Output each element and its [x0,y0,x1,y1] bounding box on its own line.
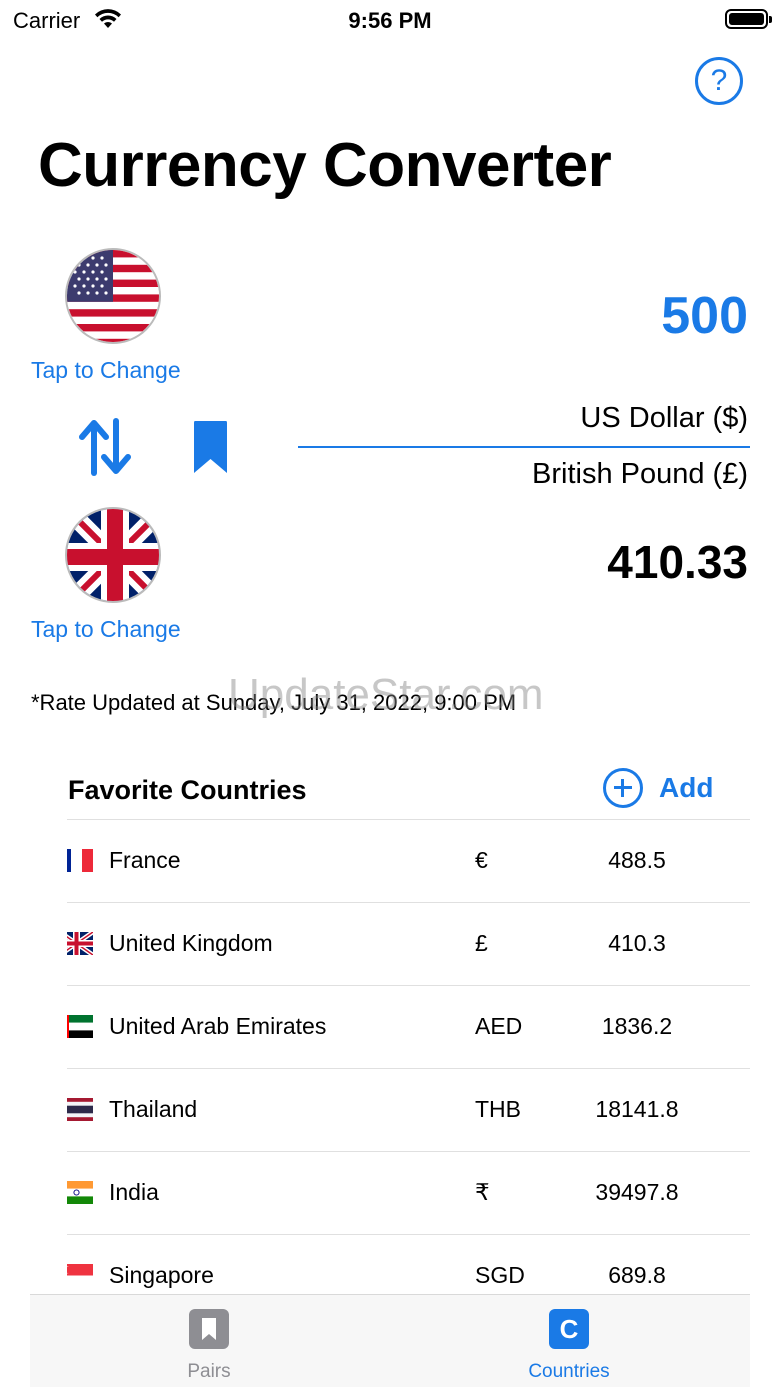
converted-value: 18141.8 [595,1096,679,1122]
countries-tab-icon: C [549,1309,589,1349]
flag-singapore-icon [67,1264,93,1287]
country-name: Singapore [109,1262,214,1288]
currency-symbol: € [475,847,488,873]
to-currency-name: British Pound (£) [532,458,748,490]
add-circle-icon [603,768,643,808]
tab-countries[interactable]: C Countries [489,1309,649,1383]
flag-india-icon [67,1181,93,1204]
flag-uae-icon [67,1015,93,1038]
add-label: Add [659,772,714,803]
country-name: United Arab Emirates [109,1013,327,1039]
list-item[interactable]: Thailand THB 18141.8 [67,1069,750,1152]
country-name: India [109,1179,159,1205]
country-name: Thailand [109,1096,198,1122]
converted-result: 410.33 [607,536,748,588]
currency-symbol: SGD [475,1262,525,1288]
help-button[interactable]: ? [695,57,743,105]
currency-divider [298,446,750,448]
flag-france-icon [67,849,93,872]
add-favorite-button[interactable]: Add [603,768,713,808]
converted-value: 410.3 [608,930,666,956]
flag-thailand-icon [67,1098,93,1121]
tap-to-change-from[interactable]: Tap to Change [31,357,181,384]
list-item[interactable]: Singapore SGD 689.8 [67,1235,750,1294]
country-name: France [109,847,181,873]
list-item[interactable]: United Kingdom £ 410.3 [67,903,750,986]
list-item[interactable]: United Arab Emirates AED 1836.2 [67,986,750,1069]
currency-symbol: AED [475,1013,523,1039]
currency-symbol: £ [475,930,488,956]
currency-symbol: THB [475,1096,521,1122]
tab-countries-label: Countries [528,1361,610,1382]
converted-value: 689.8 [608,1262,666,1288]
to-flag-uk-icon[interactable] [65,507,161,603]
tab-pairs[interactable]: Pairs [129,1309,289,1383]
flag-uk-icon [67,932,93,955]
list-item[interactable]: France € 488.5 [67,820,750,903]
page-title: Currency Converter [38,131,612,200]
country-name: United Kingdom [109,930,273,956]
converted-value: 39497.8 [595,1179,679,1205]
tap-to-change-to[interactable]: Tap to Change [31,616,181,643]
from-currency-name: US Dollar ($) [580,402,748,434]
converted-value: 1836.2 [601,1013,673,1039]
bookmark-icon[interactable] [192,419,229,480]
list-item[interactable]: India ₹ 39497.8 [67,1152,750,1235]
bookmark-tab-icon [189,1309,229,1349]
converted-value: 488.5 [608,847,666,873]
amount-input[interactable]: 500 [661,286,748,346]
status-time: 9:56 PM [348,8,432,33]
swap-icon[interactable] [78,415,134,484]
favorites-header: Favorite Countries [68,775,307,805]
tab-pairs-label: Pairs [187,1361,231,1382]
battery-icon [725,9,772,29]
watermark: UpdateStar.com [228,670,544,719]
status-bar: Carrier 9:56 PM [0,0,780,40]
tab-bar: Pairs C Countries [30,1294,750,1387]
currency-symbol: ₹ [475,1179,490,1205]
from-flag-us-icon[interactable] [65,248,161,344]
favorites-list[interactable]: France € 488.5 United Kingdom £ 410.3 Un… [67,819,750,1294]
